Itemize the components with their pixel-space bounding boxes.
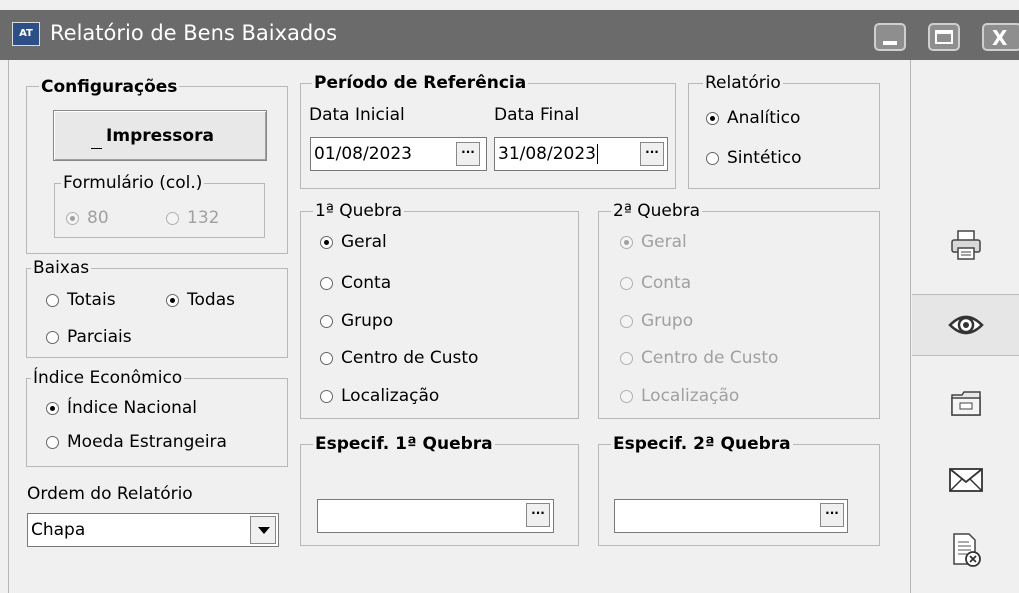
archive-button[interactable] [912,373,1019,433]
indice-moeda-radio[interactable]: Moeda Estrangeira [46,434,227,451]
ordem-label: Ordem do Relatório [27,484,193,504]
preview-button[interactable] [912,294,1019,356]
relatorio-group: Relatório [688,75,880,189]
quebra2-localizacao-radio[interactable]: Localização [620,388,739,405]
quebra1-title: 1ª Quebra [313,201,405,221]
email-button[interactable] [912,450,1019,510]
quebra1-conta-radio[interactable]: Conta [320,275,391,292]
quebra2-title: 2ª Quebra [611,201,703,221]
baixas-title: Baixas [31,258,92,278]
folder-icon [950,391,981,416]
close-report-button[interactable] [912,520,1019,580]
relatorio-sintetico-radio[interactable]: Sintético [706,150,802,167]
data-final-label: Data Final [494,105,580,125]
quebra2-geral-radio[interactable]: Geral [620,234,687,251]
periodo-group: Período de Referência [300,75,676,189]
configuracoes-title: Configurações [39,77,180,97]
close-icon: X [992,26,1008,50]
maximize-icon [935,30,953,44]
maximize-button[interactable] [928,23,960,51]
especif1-picker-button[interactable]: ··· [526,503,550,527]
especif2-input[interactable] [614,499,848,533]
envelope-icon [948,468,983,492]
window-title: Relatório de Bens Baixados [50,21,338,45]
quebra1-centro-custo-radio[interactable]: Centro de Custo [320,350,478,367]
relatorio-analitico-radio[interactable]: Analítico [706,110,800,127]
especif2-picker-button[interactable]: ··· [820,503,844,527]
periodo-title: Período de Referência [312,73,529,93]
data-inicial-label: Data Inicial [309,105,405,125]
data-final-picker-button[interactable]: ··· [640,142,664,166]
quebra2-centro-custo-radio[interactable]: Centro de Custo [620,350,778,367]
relatorio-title: Relatório [703,73,783,93]
printer-button[interactable]: Impressora [53,110,267,161]
indice-group: Índice Econômico [26,370,288,467]
ordem-select[interactable]: Chapa [27,513,279,547]
minimize-icon [883,41,897,45]
quebra2-grupo-radio[interactable]: Grupo [620,313,693,330]
especif1-input[interactable] [317,499,554,533]
accelerator-underline [91,148,102,149]
print-button[interactable] [912,215,1019,275]
title-bar: AT Relatório de Bens Baixados X [0,10,1019,60]
eye-icon [947,315,984,335]
especif1-title: Especif. 1ª Quebra [313,434,495,454]
quebra2-conta-radio[interactable]: Conta [620,275,691,292]
quebra1-localizacao-radio[interactable]: Localização [320,388,439,405]
formulario-title: Formulário (col.) [61,173,205,193]
especif2-title: Especif. 2ª Quebra [611,434,793,454]
text-cursor [596,144,598,164]
baixas-parciais-radio[interactable]: Parciais [46,329,132,346]
minimize-button[interactable] [874,23,906,51]
document-close-icon [952,533,981,567]
indice-title: Índice Econômico [31,368,185,388]
baixas-totais-radio[interactable]: Totais [46,292,116,309]
data-inicial-picker-button[interactable]: ··· [456,142,480,166]
quebra1-grupo-radio[interactable]: Grupo [320,313,393,330]
indice-nacional-radio[interactable]: Índice Nacional [46,400,197,417]
close-button[interactable]: X [982,23,1019,51]
quebra1-geral-radio[interactable]: Geral [320,234,387,251]
app-icon: AT [12,22,40,46]
printer-icon [950,230,981,260]
printer-button-label: Impressora [106,126,214,146]
formulario-80-radio[interactable]: 80 [66,210,109,227]
baixas-todas-radio[interactable]: Todas [166,292,235,309]
chevron-down-icon[interactable] [250,516,276,544]
formulario-132-radio[interactable]: 132 [166,210,219,227]
report-window: AT Relatório de Bens Baixados X Configur… [0,0,1019,593]
